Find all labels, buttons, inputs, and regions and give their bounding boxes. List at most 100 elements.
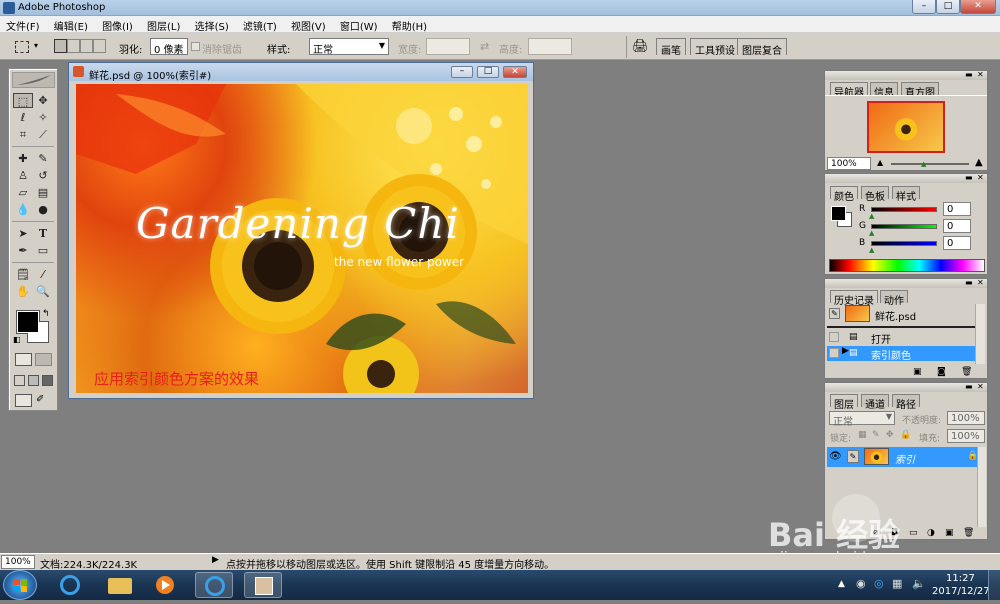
dodge-tool-icon[interactable]: ● <box>33 202 53 217</box>
doc-close-button[interactable]: ✕ <box>503 66 527 78</box>
panel-minimize-icon[interactable]: ▬ <box>965 173 973 182</box>
channel-b-input[interactable]: 0 <box>943 236 971 250</box>
zoom-out-icon[interactable]: ▲ <box>877 158 883 167</box>
tab-swatches[interactable]: 色板 <box>861 186 889 203</box>
channel-g-slider[interactable] <box>871 224 937 229</box>
lock-pixels-icon[interactable]: ✎ <box>872 430 880 440</box>
lock-all-icon[interactable]: 🔒 <box>900 430 911 440</box>
healing-brush-tool-icon[interactable]: ✚ <box>13 151 33 166</box>
intersect-selection-icon[interactable] <box>93 39 106 53</box>
menu-filter[interactable]: 滤镜(T) <box>237 16 282 33</box>
default-colors-icon[interactable]: ◧ <box>13 335 21 344</box>
standard-mode-icon[interactable] <box>15 353 32 366</box>
doc-maximize-button[interactable]: □ <box>477 66 499 78</box>
trash-icon[interactable]: 🗑 <box>963 528 974 538</box>
eye-icon[interactable]: 👁 <box>829 451 842 462</box>
new-group-icon[interactable]: ▭ <box>909 528 918 538</box>
blend-mode-select[interactable]: 正常 ▼ <box>829 411 895 428</box>
taskbar-ie-active-icon[interactable] <box>195 572 233 598</box>
tab-brushes[interactable]: 画笔 <box>656 38 686 57</box>
panel-close-icon[interactable]: ✕ <box>977 382 984 391</box>
zoom-tool-icon[interactable]: 🔍 <box>33 284 53 299</box>
minimize-button[interactable]: – <box>912 0 936 14</box>
tray-expand-icon[interactable]: ▲ <box>838 579 845 589</box>
opacity-input[interactable]: 100% <box>947 411 985 425</box>
start-button[interactable] <box>3 570 37 600</box>
height-input[interactable] <box>528 38 572 55</box>
add-selection-icon[interactable] <box>67 39 80 53</box>
type-tool-icon[interactable]: T <box>33 226 53 241</box>
trash-icon[interactable]: 🗑 <box>961 367 972 377</box>
jump-to-imageready-icon[interactable] <box>15 394 32 407</box>
tab-color[interactable]: 颜色 <box>830 186 858 203</box>
tab-actions[interactable]: 动作 <box>880 290 908 307</box>
tab-paths[interactable]: 路径 <box>892 394 920 411</box>
history-brush-source-icon[interactable]: ✎ <box>829 308 840 319</box>
channel-b-slider[interactable] <box>871 241 937 246</box>
move-tool-icon[interactable]: ✥ <box>33 93 53 108</box>
new-snapshot-icon[interactable]: ◙ <box>937 367 946 377</box>
magic-wand-tool-icon[interactable]: ✧ <box>33 110 53 125</box>
eraser-tool-icon[interactable]: ▱ <box>13 185 33 200</box>
menu-window[interactable]: 窗口(W) <box>334 16 383 33</box>
tab-channels[interactable]: 通道 <box>861 394 889 411</box>
zoom-in-icon[interactable]: ▲ <box>975 157 983 168</box>
panel-close-icon[interactable]: ✕ <box>977 278 984 287</box>
pen-tool-icon[interactable]: ✒ <box>13 243 33 258</box>
tab-histogram[interactable]: 直方图 <box>901 82 939 99</box>
status-doc-info[interactable]: 文档:224.3K/224.3K <box>40 556 137 571</box>
style-select[interactable]: 正常 ▼ <box>309 38 389 56</box>
new-document-from-state-icon[interactable]: ▣ <box>913 367 922 377</box>
path-selection-tool-icon[interactable]: ➤ <box>13 226 33 241</box>
tab-styles[interactable]: 样式 <box>892 186 920 203</box>
layers-scrollbar[interactable] <box>977 447 986 527</box>
taskbar-photoshop-icon[interactable] <box>244 572 282 598</box>
width-input[interactable] <box>426 38 470 55</box>
gradient-tool-icon[interactable]: ▤ <box>33 185 53 200</box>
chevron-down-icon[interactable]: ▾ <box>34 41 38 50</box>
taskbar-explorer-icon[interactable] <box>100 572 138 598</box>
history-snapshot[interactable]: ✎ 鲜花.psd <box>827 304 977 324</box>
rect-marquee-tool-icon[interactable]: ⬚ <box>13 93 33 108</box>
fg-color-chip-front[interactable] <box>831 206 846 221</box>
tab-info[interactable]: 信息 <box>870 82 898 99</box>
menu-view[interactable]: 视图(V) <box>285 16 331 33</box>
history-item-open[interactable]: ▤ 打开 <box>827 330 975 346</box>
menu-help[interactable]: 帮助(H) <box>386 16 432 33</box>
menu-select[interactable]: 选择(S) <box>189 16 234 33</box>
taskbar-media-player-icon[interactable] <box>145 572 183 598</box>
screen-mode-full-menu-icon[interactable] <box>28 375 39 386</box>
menu-layer[interactable]: 图层(L) <box>141 16 185 33</box>
new-layer-icon[interactable]: ▣ <box>945 528 954 538</box>
lock-position-icon[interactable]: ✥ <box>886 430 894 440</box>
lock-transparency-icon[interactable]: ▦ <box>858 430 867 440</box>
history-item-index-color[interactable]: ▶ ▤ 索引颜色 <box>827 346 975 362</box>
panel-minimize-icon[interactable]: ▬ <box>965 382 973 391</box>
panel-header[interactable]: ▬ ✕ <box>825 173 987 183</box>
doc-minimize-button[interactable]: – <box>451 66 473 78</box>
menu-file[interactable]: 文件(F) <box>0 16 45 33</box>
status-zoom-input[interactable]: 100% <box>1 555 35 569</box>
blur-tool-icon[interactable]: 💧 <box>13 202 33 217</box>
panel-close-icon[interactable]: ✕ <box>977 173 984 182</box>
shape-tool-icon[interactable]: ▭ <box>33 243 53 258</box>
menu-image[interactable]: 图像(I) <box>96 16 138 33</box>
channel-g-input[interactable]: 0 <box>943 219 971 233</box>
panel-close-icon[interactable]: ✕ <box>977 70 984 79</box>
channel-r-slider[interactable] <box>871 207 937 212</box>
status-arrow-icon[interactable]: ▶ <box>212 555 219 565</box>
history-checkbox[interactable] <box>829 348 839 358</box>
fill-input[interactable]: 100% <box>947 429 985 443</box>
crop-tool-icon[interactable]: ⌗ <box>13 127 33 142</box>
tray-icon-2[interactable]: ◎ <box>874 577 884 590</box>
slice-tool-icon[interactable]: ⟋ <box>33 127 53 142</box>
panel-minimize-icon[interactable]: ▬ <box>965 278 973 287</box>
slider-thumb[interactable]: ▲ <box>869 229 874 237</box>
eyedropper-tool-icon[interactable]: ⁄ <box>33 267 53 282</box>
new-selection-icon[interactable] <box>54 39 67 53</box>
tray-date[interactable]: 2017/12/27 <box>932 586 990 597</box>
quick-mask-mode-icon[interactable] <box>35 353 52 366</box>
history-brush-tool-icon[interactable]: ↺ <box>33 168 53 183</box>
adjustment-layer-icon[interactable]: ◑ <box>927 528 935 538</box>
layer-row-index[interactable]: 👁 ✎ 索引 🔒 <box>827 447 978 467</box>
